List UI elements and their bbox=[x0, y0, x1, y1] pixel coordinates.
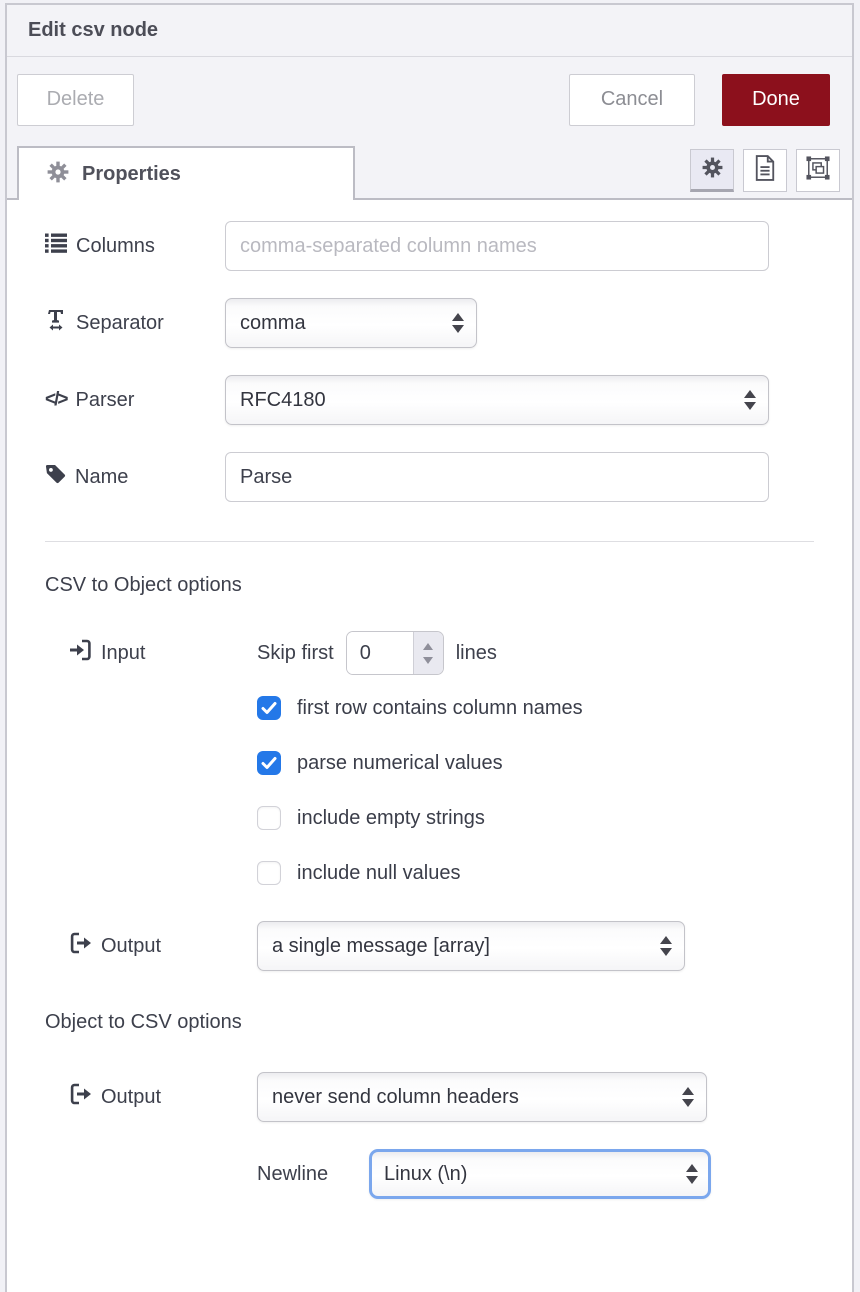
screen: Edit csv node Delete Cancel Done bbox=[0, 0, 860, 1292]
properties-view-button[interactable] bbox=[690, 149, 734, 192]
checkbox-label: first row contains column names bbox=[297, 697, 583, 720]
properties-panel: Columns Separator bbox=[7, 200, 852, 1292]
code-icon: </> bbox=[45, 389, 66, 411]
select-arrows-icon bbox=[660, 936, 672, 956]
object-to-csv-heading: Object to CSV options bbox=[45, 1011, 852, 1034]
checkbox-label: parse numerical values bbox=[297, 752, 503, 775]
checkbox-label: include null values bbox=[297, 862, 460, 885]
dialog-title: Edit csv node bbox=[28, 19, 158, 42]
check-icon bbox=[261, 701, 277, 715]
name-input[interactable] bbox=[225, 452, 769, 502]
description-view-button[interactable] bbox=[743, 149, 787, 192]
done-button[interactable]: Done bbox=[722, 74, 830, 126]
spinner-down-icon[interactable] bbox=[423, 657, 433, 664]
newline-select[interactable]: Linux (\n) bbox=[369, 1149, 711, 1199]
output-row-csv2obj: Output a single message [array] bbox=[70, 921, 852, 971]
output-row-obj2csv: Output never send column headers bbox=[70, 1072, 852, 1122]
skip-lines-input[interactable]: 0 bbox=[347, 632, 413, 674]
edit-csv-node-dialog: Edit csv node Delete Cancel Done bbox=[5, 3, 854, 1292]
separator-label: Separator bbox=[45, 309, 225, 337]
checkbox-row: first row contains column names bbox=[257, 696, 852, 720]
select-arrows-icon bbox=[452, 313, 464, 333]
separator-select[interactable]: comma bbox=[225, 298, 477, 348]
first-row-names-checkbox[interactable] bbox=[257, 696, 281, 720]
text-width-icon bbox=[45, 309, 67, 337]
tag-icon bbox=[45, 464, 66, 491]
include-empty-strings-checkbox[interactable] bbox=[257, 806, 281, 830]
skip-first-label: Skip first bbox=[257, 642, 334, 665]
appearance-view-button[interactable] bbox=[796, 149, 840, 192]
lines-label: lines bbox=[456, 642, 497, 665]
check-icon bbox=[261, 756, 277, 770]
select-arrows-icon bbox=[744, 390, 756, 410]
tab-properties-label: Properties bbox=[82, 163, 181, 186]
columns-input[interactable] bbox=[225, 221, 769, 271]
dialog-toolbar: Delete Cancel Done bbox=[7, 57, 852, 142]
cancel-button[interactable]: Cancel bbox=[569, 74, 695, 126]
list-icon bbox=[45, 233, 67, 259]
separator-row: Separator comma bbox=[45, 298, 852, 348]
columns-row: Columns bbox=[45, 221, 852, 271]
tab-bar: Properties bbox=[7, 142, 852, 200]
parser-label: </> Parser bbox=[45, 389, 225, 412]
checkbox-row: include null values bbox=[257, 861, 852, 885]
input-label: Input bbox=[70, 639, 257, 667]
select-arrows-icon bbox=[686, 1164, 698, 1184]
columns-label: Columns bbox=[45, 233, 225, 259]
gear-icon bbox=[47, 161, 69, 188]
parser-row: </> Parser RFC4180 bbox=[45, 375, 852, 425]
output-label: Output bbox=[70, 932, 257, 960]
sign-in-icon bbox=[70, 639, 92, 667]
group-selection-icon bbox=[806, 156, 830, 185]
skip-lines-spinner: 0 bbox=[346, 631, 444, 675]
obj2csv-output-select[interactable]: never send column headers bbox=[257, 1072, 707, 1122]
tab-bar-buttons bbox=[690, 149, 840, 192]
checkbox-label: include empty strings bbox=[297, 807, 485, 830]
delete-button[interactable]: Delete bbox=[17, 74, 134, 126]
select-arrows-icon bbox=[682, 1087, 694, 1107]
checkbox-row: parse numerical values bbox=[257, 751, 852, 775]
name-row: Name bbox=[45, 452, 852, 502]
parser-select[interactable]: RFC4180 bbox=[225, 375, 769, 425]
input-row: Input Skip first 0 lines bbox=[70, 631, 852, 675]
checkbox-row: include empty strings bbox=[257, 806, 852, 830]
gear-icon bbox=[702, 157, 723, 183]
sign-out-icon bbox=[70, 1083, 92, 1111]
dialog-header: Edit csv node bbox=[7, 5, 852, 57]
include-null-values-checkbox[interactable] bbox=[257, 861, 281, 885]
csv-to-object-heading: CSV to Object options bbox=[45, 574, 852, 597]
section-divider bbox=[45, 541, 814, 542]
spinner-arrows[interactable] bbox=[413, 632, 443, 674]
csv2obj-output-select[interactable]: a single message [array] bbox=[257, 921, 685, 971]
name-label: Name bbox=[45, 464, 225, 491]
sign-out-icon bbox=[70, 932, 92, 960]
parse-numerical-checkbox[interactable] bbox=[257, 751, 281, 775]
spinner-up-icon[interactable] bbox=[423, 643, 433, 650]
newline-row: Newline Linux (\n) bbox=[257, 1149, 852, 1199]
output-label: Output bbox=[70, 1083, 257, 1111]
document-icon bbox=[754, 155, 776, 186]
tab-properties[interactable]: Properties bbox=[17, 146, 355, 200]
newline-label: Newline bbox=[257, 1163, 357, 1186]
